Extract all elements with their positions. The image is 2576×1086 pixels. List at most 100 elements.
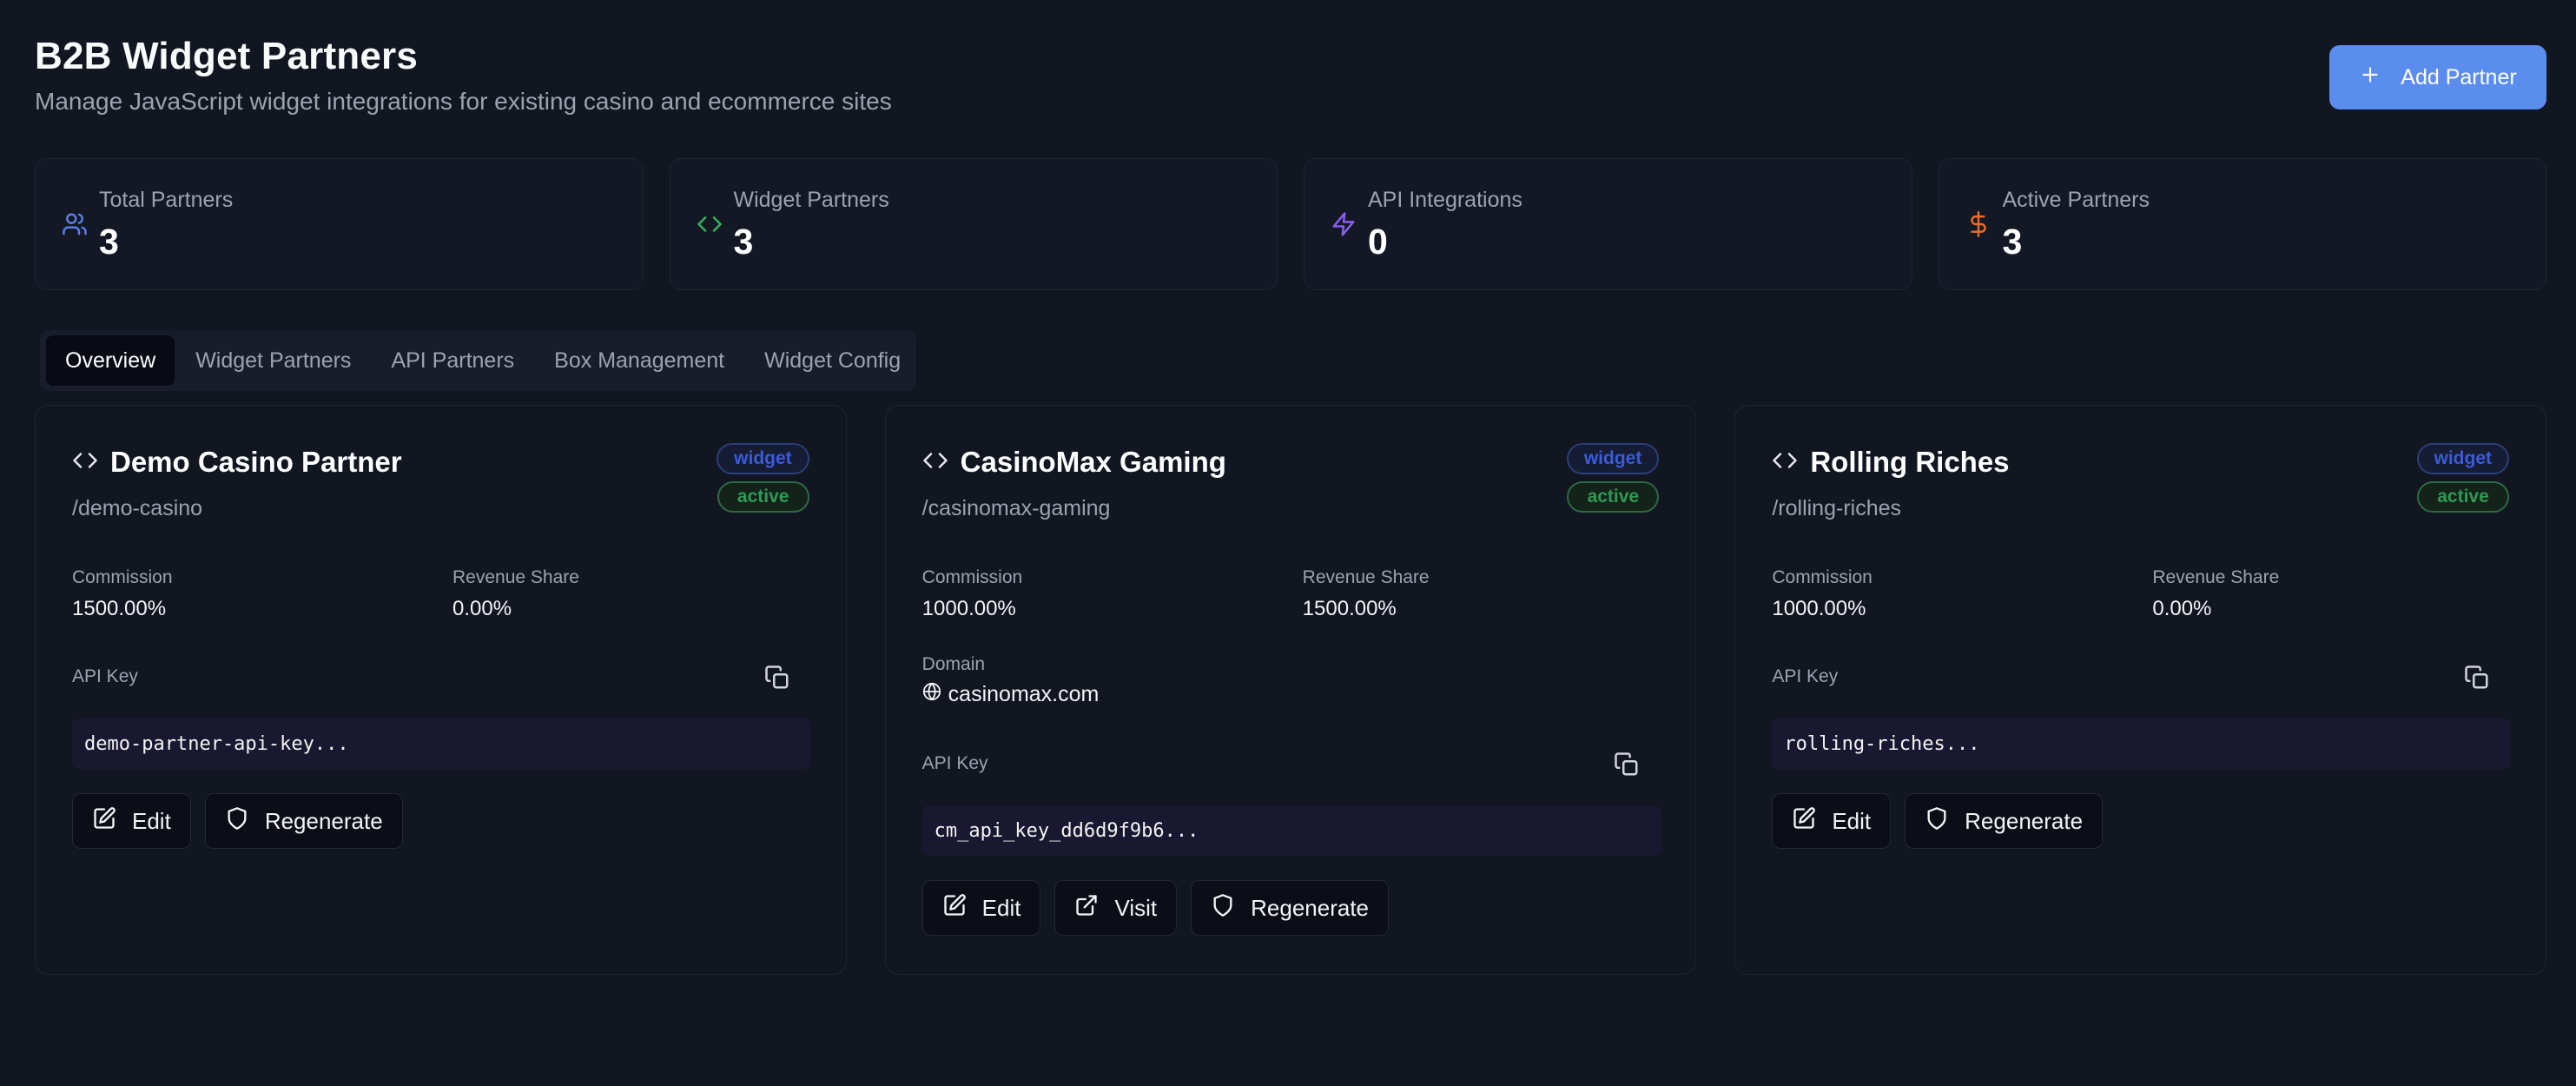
stat-card-widget-partners: Widget Partners 3 <box>669 158 1278 290</box>
commission-value: 1000.00% <box>921 597 1016 620</box>
api-key-label: API Key <box>921 753 988 773</box>
card-header: Rolling Riches <box>1772 446 2010 479</box>
stat-card-total-partners: Total Partners 3 <box>35 158 644 290</box>
regenerate-label: Regenerate <box>264 807 383 834</box>
zap-icon <box>1331 211 1357 237</box>
add-partner-label: Add Partner <box>2401 64 2517 89</box>
shield-icon <box>1211 893 1235 924</box>
page: B2B Widget Partners Manage JavaScript wi… <box>35 0 2547 1086</box>
stat-value: 3 <box>99 222 119 262</box>
stat-label: Widget Partners <box>733 188 889 212</box>
copy-icon[interactable] <box>2464 665 2492 692</box>
edit-label: Edit <box>1832 807 1872 834</box>
regenerate-button[interactable]: Regenerate <box>1191 880 1390 936</box>
partner-cards: Demo Casino Partner /demo-casino widget … <box>35 405 2547 975</box>
code-icon <box>1772 447 1798 478</box>
partner-slug: /rolling-riches <box>1772 496 1902 520</box>
code-icon <box>697 211 723 237</box>
card-header: CasinoMax Gaming <box>922 446 1226 479</box>
code-icon <box>72 447 98 478</box>
edit-icon <box>92 806 116 837</box>
badges: widget active <box>1566 443 1660 513</box>
commission-value: 1500.00% <box>72 597 167 620</box>
partner-card: CasinoMax Gaming /casinomax-gaming widge… <box>884 405 1697 975</box>
tab-overview[interactable]: Overview <box>46 335 175 386</box>
partner-slug: /casinomax-gaming <box>921 496 1111 520</box>
visit-label: Visit <box>1114 894 1158 921</box>
shield-icon <box>1925 806 1949 837</box>
card-actions: Edit Regenerate <box>72 793 403 849</box>
edit-button[interactable]: Edit <box>1772 793 1892 849</box>
regenerate-label: Regenerate <box>1965 807 2084 834</box>
partner-card: Demo Casino Partner /demo-casino widget … <box>35 405 847 975</box>
tab-widget-config[interactable]: Widget Config <box>745 335 920 386</box>
stats-row: Total Partners 3 Widget Partners 3 API I… <box>35 158 2546 290</box>
edit-label: Edit <box>981 894 1021 921</box>
code-icon <box>922 447 948 478</box>
stat-card-api-integrations: API Integrations 0 <box>1304 158 1912 290</box>
stat-card-active-partners: Active Partners 3 <box>1938 158 2546 290</box>
commission-label: Commission <box>1772 567 1873 587</box>
plus-icon <box>2359 63 2381 92</box>
stat-label: Total Partners <box>99 188 234 212</box>
commission-value: 1000.00% <box>1772 597 1866 620</box>
badges: widget active <box>717 443 809 513</box>
edit-label: Edit <box>132 807 171 834</box>
api-key-label: API Key <box>72 666 138 686</box>
card-header: Demo Casino Partner <box>72 446 402 479</box>
revenue-share-label: Revenue Share <box>2152 567 2280 587</box>
regenerate-button[interactable]: Regenerate <box>204 793 403 849</box>
partner-name: Demo Casino Partner <box>110 446 402 478</box>
partner-name: Rolling Riches <box>1810 446 2010 478</box>
api-key-value: cm_api_key_dd6d9f9b6... <box>921 805 1661 856</box>
stat-value: 0 <box>1368 222 1388 262</box>
domain-value: casinomax.com <box>922 682 1100 707</box>
copy-icon[interactable] <box>1614 752 1641 779</box>
commission-label: Commission <box>921 567 1023 587</box>
api-key-label: API Key <box>1772 666 1839 686</box>
stat-label: API Integrations <box>1368 188 1522 212</box>
revenue-share-value: 0.00% <box>2152 597 2212 620</box>
card-actions: Edit Visit Regenerate <box>921 880 1390 936</box>
revenue-share-value: 1500.00% <box>1302 597 1397 620</box>
regenerate-button[interactable]: Regenerate <box>1905 793 2104 849</box>
stat-value: 3 <box>2002 222 2023 262</box>
revenue-share-label: Revenue Share <box>452 567 579 587</box>
api-key-value: rolling-riches... <box>1772 718 2512 769</box>
edit-button[interactable]: Edit <box>921 880 1041 936</box>
card-actions: Edit Regenerate <box>1772 793 2104 849</box>
edit-button[interactable]: Edit <box>72 793 191 849</box>
partner-card: Rolling Riches /rolling-riches widget ac… <box>1734 405 2547 975</box>
type-badge: widget <box>2416 443 2510 474</box>
users-icon <box>62 211 88 237</box>
visit-button[interactable]: Visit <box>1054 880 1178 936</box>
copy-icon[interactable] <box>764 665 792 692</box>
globe-icon <box>922 682 941 707</box>
add-partner-button[interactable]: Add Partner <box>2329 45 2546 109</box>
tab-bar: Overview Widget Partners API Partners Bo… <box>40 330 916 391</box>
dollar-icon <box>1965 211 1991 237</box>
tab-box-management[interactable]: Box Management <box>535 335 743 386</box>
page-subtitle: Manage JavaScript widget integrations fo… <box>35 88 892 115</box>
external-link-icon <box>1074 893 1099 924</box>
shield-icon <box>225 806 249 837</box>
type-badge: widget <box>717 443 809 474</box>
tab-widget-partners[interactable]: Widget Partners <box>176 335 370 386</box>
stat-label: Active Partners <box>2002 188 2150 212</box>
commission-label: Commission <box>72 567 173 587</box>
stat-value: 3 <box>733 222 754 262</box>
domain-text: casinomax.com <box>948 682 1100 706</box>
edit-icon <box>1792 806 1816 837</box>
status-badge: active <box>717 481 809 513</box>
tab-api-partners[interactable]: API Partners <box>372 335 533 386</box>
revenue-share-value: 0.00% <box>452 597 512 620</box>
status-badge: active <box>1567 481 1660 513</box>
revenue-share-label: Revenue Share <box>1302 567 1430 587</box>
badges: widget active <box>2416 443 2510 513</box>
regenerate-label: Regenerate <box>1251 894 1370 921</box>
api-key-value: demo-partner-api-key... <box>72 718 811 769</box>
status-badge: active <box>2417 481 2510 513</box>
domain-label: Domain <box>921 654 986 674</box>
partner-name: CasinoMax Gaming <box>960 446 1226 478</box>
edit-icon <box>942 893 967 924</box>
